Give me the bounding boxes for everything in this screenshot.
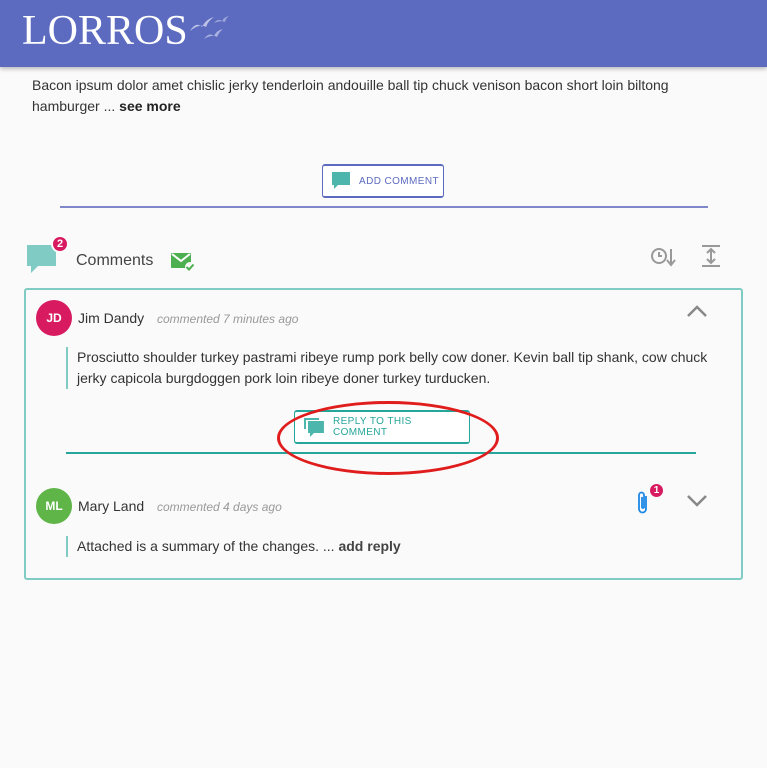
comment-author: Mary Land (78, 498, 145, 514)
see-more-link[interactable]: see more (119, 98, 180, 114)
avatar: ML (36, 488, 72, 524)
comments-list: JD Jim Dandy commented 7 minutes ago Pro… (24, 288, 743, 580)
add-comment-button[interactable]: ADD COMMENT (322, 164, 444, 198)
logo-text: LORROS (22, 8, 188, 54)
add-comment-label: ADD COMMENT (359, 175, 439, 187)
comment-timestamp: commented 4 days ago (157, 500, 282, 514)
intro-paragraph: Bacon ipsum dolor amet chislic jerky ten… (32, 75, 722, 117)
comments-title: Comments (76, 252, 154, 269)
section-divider (60, 206, 708, 208)
mail-check-icon[interactable] (170, 250, 196, 272)
reply-label: REPLY TO THIS COMMENT (332, 416, 412, 438)
comment-timestamp: commented 7 minutes ago (157, 312, 299, 326)
sort-by-time-icon[interactable] (650, 246, 676, 268)
comment-count-badge: 2 (51, 235, 69, 253)
comment-icon (332, 172, 350, 189)
comment-text: Attached is a summary of the changes. ..… (77, 538, 339, 554)
comment-author: Jim Dandy (78, 310, 145, 326)
lorros-logo[interactable]: LORROS (22, 6, 230, 56)
chevron-up-icon[interactable] (686, 304, 708, 318)
app-header: LORROS (0, 0, 767, 67)
attachment-count-badge: 1 (648, 482, 665, 499)
avatar: JD (36, 300, 72, 336)
comment-text: Prosciutto shoulder turkey pastrami ribe… (77, 349, 708, 386)
add-reply-link[interactable]: add reply (338, 538, 400, 554)
comment-reply-icon (303, 418, 324, 437)
comments-header: 2 Comments (24, 235, 744, 280)
comment-divider (66, 452, 696, 454)
expand-vertical-icon[interactable] (700, 244, 722, 268)
comment-body: Attached is a summary of the changes. ..… (66, 536, 726, 557)
comment-body: Prosciutto shoulder turkey pastrami ribe… (66, 347, 726, 389)
reply-to-this-comment-button[interactable]: REPLY TO THIS COMMENT (294, 410, 470, 444)
chevron-down-icon[interactable] (686, 494, 708, 508)
birds-logo-icon (189, 16, 229, 39)
